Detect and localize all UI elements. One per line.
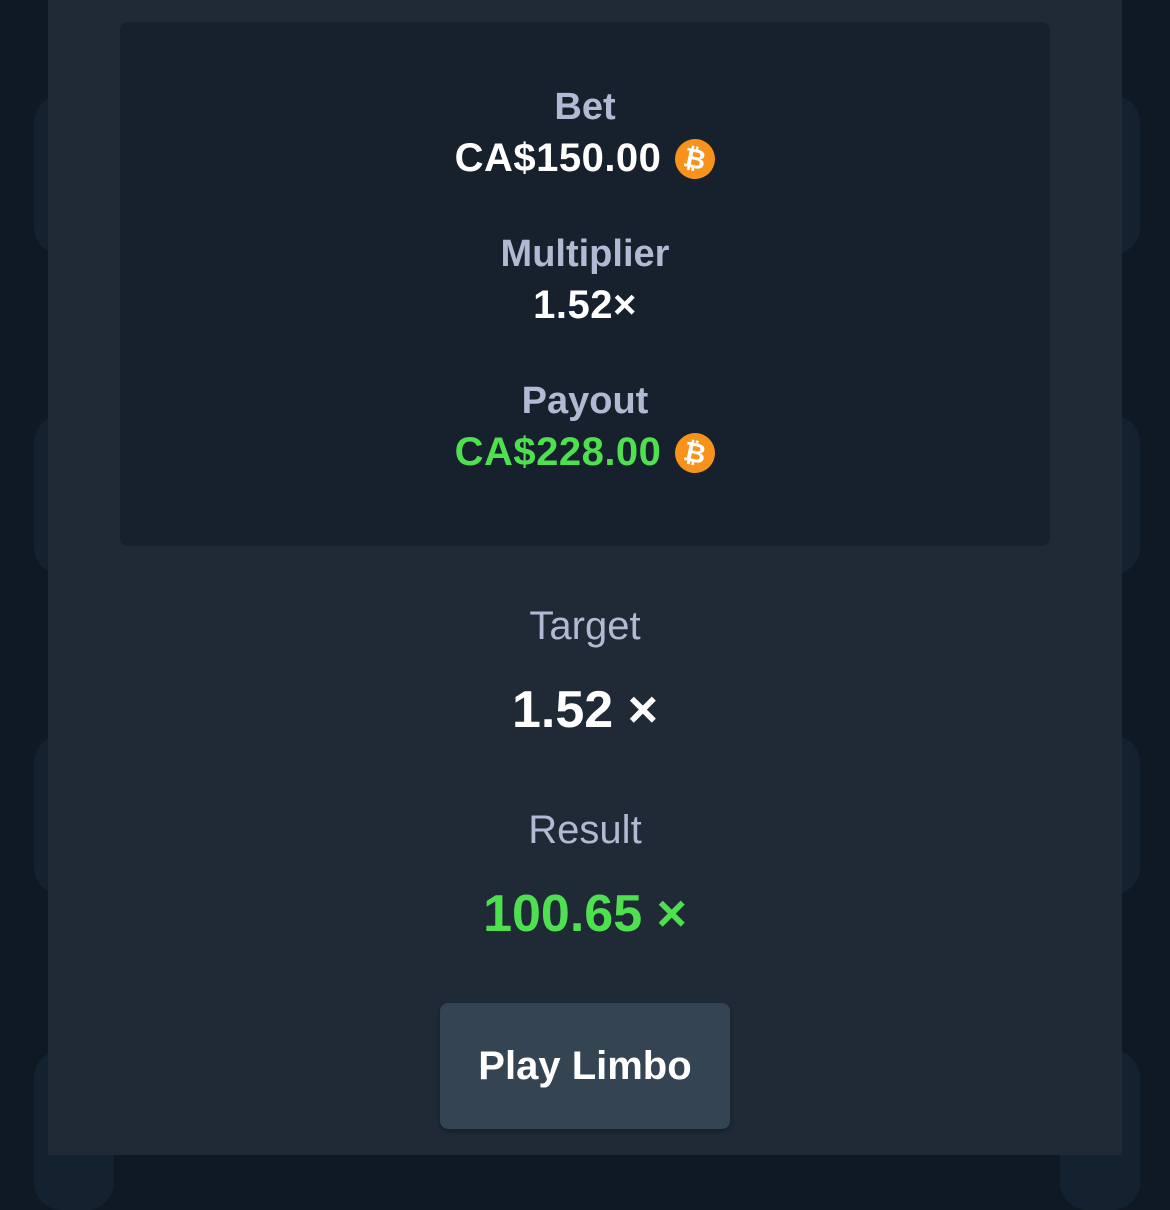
bet-details-card: Bet CA$150.00 ₿ Multiplier 1.52× Payout … [120, 22, 1050, 546]
bet-amount: CA$150.00 ₿ [120, 134, 1050, 183]
bet-amount-value: CA$150.00 [454, 136, 662, 180]
bet-result-modal: Bet CA$150.00 ₿ Multiplier 1.52× Payout … [48, 0, 1122, 1155]
bitcoin-icon: ₿ [671, 428, 720, 477]
bitcoin-icon: ₿ [671, 134, 720, 183]
multiplier-label: Multiplier [500, 233, 670, 275]
target-value: 1.52 × [511, 681, 659, 739]
result-value: 100.65 × [483, 885, 687, 943]
play-limbo-button[interactable]: Play Limbo [440, 1003, 730, 1129]
multiplier-value: 1.52× [120, 283, 1050, 328]
payout-amount-value: CA$228.00 [454, 430, 662, 474]
target-label: Target [529, 604, 641, 648]
multiplier-value-text: 1.52× [533, 283, 637, 327]
bet-label: Bet [554, 86, 616, 128]
payout-amount: CA$228.00 ₿ [120, 428, 1050, 477]
result-label: Result [528, 808, 642, 852]
payout-label: Payout [521, 380, 649, 422]
